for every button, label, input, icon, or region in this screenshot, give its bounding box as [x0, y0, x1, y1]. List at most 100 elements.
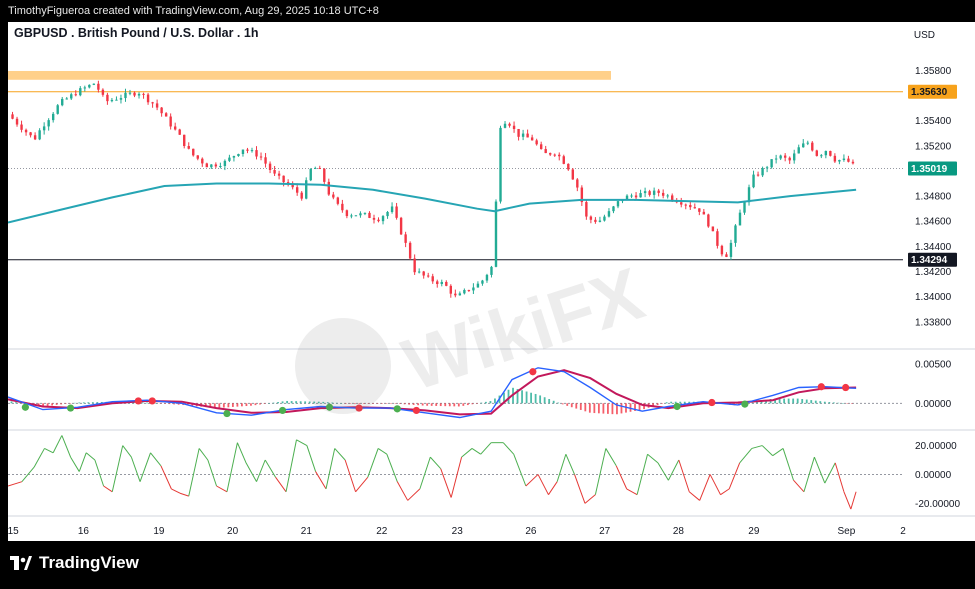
oscillator-segment	[699, 474, 711, 501]
macd-histogram-bar	[485, 401, 487, 404]
macd-cross-marker	[842, 383, 850, 392]
candle-body	[716, 231, 719, 246]
time-tick-label: 16	[78, 526, 90, 537]
macd-histogram-bar	[561, 403, 564, 405]
candle-body	[386, 211, 389, 217]
macd-histogram-bar	[55, 403, 58, 405]
candle-body	[350, 215, 353, 217]
candle-body	[639, 193, 642, 198]
candle-body	[847, 158, 850, 162]
candle-body	[408, 242, 412, 259]
candle-body	[797, 147, 800, 154]
candle-body	[671, 195, 674, 201]
time-tick-label: 2	[900, 526, 906, 537]
macd-histogram-bar	[408, 403, 410, 405]
candle-body	[323, 168, 326, 182]
footer-bar: TradingView	[0, 541, 975, 589]
candle-body	[820, 155, 823, 157]
candle-body	[268, 163, 272, 171]
candle-body	[472, 287, 475, 291]
candle-body	[802, 143, 805, 148]
candle-body	[793, 153, 796, 161]
watermark-logo-icon	[295, 318, 391, 414]
candle-body	[273, 170, 276, 174]
candle-body	[363, 212, 367, 214]
oscillator-segment	[739, 448, 753, 464]
macd-histogram-bar	[299, 401, 302, 404]
macd-histogram-bar	[272, 402, 275, 404]
macd-histogram-bar	[792, 398, 795, 404]
oscillator-segment	[594, 448, 607, 495]
macd-cross-marker	[134, 397, 142, 405]
tradingview-wordmark: TradingView	[39, 553, 139, 572]
macd-histogram-bar	[457, 403, 460, 407]
candle-body	[15, 118, 19, 125]
oscillator-segment	[605, 448, 617, 467]
macd-histogram-bar	[231, 403, 234, 407]
candle-body	[354, 215, 358, 217]
macd-cross-marker	[278, 406, 287, 415]
candle-body	[743, 202, 746, 213]
oscillator-segment	[130, 456, 141, 482]
macd-histogram-bar	[683, 401, 686, 404]
macd-histogram-bar	[10, 401, 13, 404]
candle-body	[137, 93, 141, 96]
candle-body	[512, 125, 516, 129]
oscillator-segment	[7, 481, 23, 487]
price-tick-label: 1.34400	[915, 242, 952, 253]
candle-body	[643, 191, 647, 194]
time-tick-label: 28	[673, 526, 685, 537]
oscillator-segment	[285, 439, 297, 492]
time-tick-label: 21	[301, 526, 313, 537]
candle-body	[101, 89, 105, 95]
chart-canvas[interactable]: 1.35800 1.35400 1.35200 1.34800 1.34600 1.344…	[8, 22, 975, 541]
macd-histogram-bar	[91, 402, 94, 404]
time-tick-label: 15	[8, 526, 19, 537]
candle-body	[142, 93, 145, 95]
oscillator-segment	[334, 448, 346, 461]
candle-body	[530, 137, 534, 141]
price-tick-label: 1.33800	[915, 317, 952, 328]
candle-body	[445, 281, 448, 286]
time-axis[interactable]: 15 16 19 20 21 22 23 26 27 28 29 Sep 2	[8, 526, 907, 537]
macd-histogram-bar	[250, 403, 252, 406]
macd-histogram-bar	[268, 403, 270, 404]
macd-histogram-bar	[87, 402, 90, 404]
candle-body	[661, 192, 665, 196]
candle-body	[707, 214, 710, 227]
oscillator-segment	[367, 448, 379, 478]
candle-body	[151, 102, 154, 104]
macd-histogram-bar	[435, 403, 438, 406]
candle-body	[187, 146, 190, 149]
chart-panel[interactable]: 1.35800 1.35400 1.35200 1.34800 1.34600 1.344…	[8, 22, 975, 541]
tradingview-logo[interactable]: TradingView	[10, 553, 139, 573]
candle-body	[616, 201, 620, 207]
candle-body	[417, 271, 421, 273]
macd-histogram-bar	[679, 401, 682, 404]
candle-body	[24, 129, 28, 133]
candle-body	[228, 157, 231, 161]
oscillator-segment	[709, 474, 721, 495]
macd-histogram-bar	[462, 403, 465, 406]
macd-tick-label: 0.00000	[915, 399, 952, 410]
candle-body	[74, 94, 77, 96]
macd-tick-label: 0.00500	[915, 359, 952, 370]
last-price-badge-label: 1.35019	[911, 164, 948, 175]
price-axis[interactable]: 1.35800 1.35400 1.35200 1.34800 1.34600 1.344…	[908, 66, 960, 510]
macd-histogram-bar	[801, 399, 804, 404]
candle-body	[282, 175, 285, 183]
candle-body	[92, 83, 96, 85]
macd-cross-marker	[66, 404, 75, 412]
candle-body	[558, 154, 561, 157]
candle-body	[684, 204, 687, 206]
symbol-title[interactable]: GBPUSD . British Pound / U.S. Dollar . 1…	[14, 26, 258, 40]
candle-body	[422, 271, 425, 276]
candle-body	[395, 206, 398, 218]
oscillator-pane	[7, 435, 903, 510]
macd-histogram-bar	[399, 403, 401, 404]
macd-histogram-bar	[841, 403, 844, 404]
candle-body	[829, 150, 832, 156]
time-tick-label: 29	[748, 526, 760, 537]
candle-body	[372, 217, 376, 220]
price-tick-label: 1.34000	[915, 292, 952, 303]
